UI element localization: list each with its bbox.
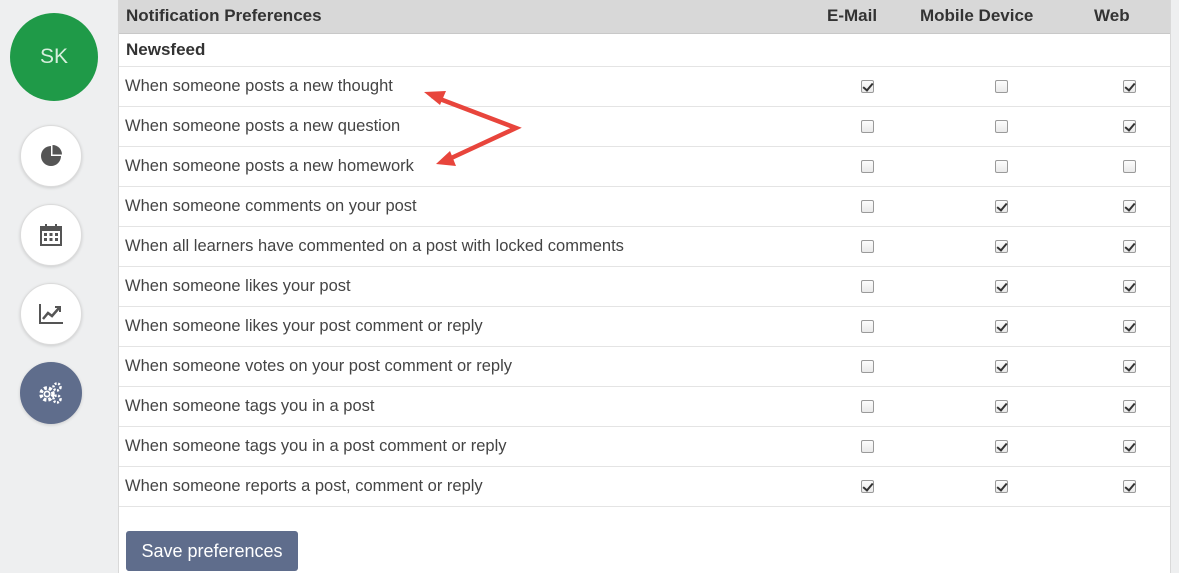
- nav-reports-button[interactable]: [20, 125, 82, 187]
- web-checkbox[interactable]: [1123, 440, 1136, 453]
- preference-label: When someone comments on your post: [125, 197, 417, 215]
- mobile-checkbox[interactable]: [995, 160, 1008, 173]
- table-row: When all learners have commented on a po…: [119, 227, 1170, 267]
- email-checkbox[interactable]: [861, 160, 874, 173]
- table-row: When someone reports a post, comment or …: [119, 467, 1170, 507]
- table-row: When someone tags you in a post comment …: [119, 427, 1170, 467]
- email-checkbox[interactable]: [861, 200, 874, 213]
- notification-preferences-panel: Notification Preferences E-Mail Mobile D…: [118, 0, 1171, 573]
- mobile-checkbox[interactable]: [995, 120, 1008, 133]
- preference-label: When someone tags you in a post comment …: [125, 437, 507, 455]
- preference-label: When someone likes your post: [125, 277, 351, 295]
- email-checkbox[interactable]: [861, 80, 874, 93]
- nav-settings-button[interactable]: [20, 362, 82, 424]
- table-row: When someone tags you in a post: [119, 387, 1170, 427]
- email-checkbox[interactable]: [861, 360, 874, 373]
- email-checkbox[interactable]: [861, 120, 874, 133]
- save-button-label: Save preferences: [141, 540, 283, 561]
- preference-label: When someone tags you in a post: [125, 397, 375, 415]
- column-header-web: Web: [1094, 6, 1130, 25]
- table-row: When someone likes your post: [119, 267, 1170, 307]
- mobile-checkbox[interactable]: [995, 400, 1008, 413]
- table-header: Notification Preferences E-Mail Mobile D…: [119, 0, 1170, 34]
- section-heading: Newsfeed: [119, 34, 1170, 67]
- preference-label: When someone reports a post, comment or …: [125, 477, 483, 495]
- email-checkbox[interactable]: [861, 400, 874, 413]
- preference-label: When all learners have commented on a po…: [125, 237, 624, 255]
- web-checkbox[interactable]: [1123, 360, 1136, 373]
- table-row: When someone posts a new thought: [119, 67, 1170, 107]
- table-row: When someone likes your post comment or …: [119, 307, 1170, 347]
- table-row: When someone votes on your post comment …: [119, 347, 1170, 387]
- line-chart-icon: [39, 304, 63, 324]
- email-checkbox[interactable]: [861, 280, 874, 293]
- mobile-checkbox[interactable]: [995, 320, 1008, 333]
- pie-chart-icon: [41, 145, 62, 166]
- mobile-checkbox[interactable]: [995, 80, 1008, 93]
- table-row: When someone posts a new question: [119, 107, 1170, 147]
- web-checkbox[interactable]: [1123, 200, 1136, 213]
- web-checkbox[interactable]: [1123, 480, 1136, 493]
- section-title: Newsfeed: [126, 40, 206, 59]
- web-checkbox[interactable]: [1123, 120, 1136, 133]
- preference-label: When someone likes your post comment or …: [125, 317, 483, 335]
- avatar-initials: SK: [39, 45, 68, 68]
- preference-label: When someone posts a new question: [125, 117, 401, 135]
- email-checkbox[interactable]: [861, 320, 874, 333]
- column-header-email: E-Mail: [827, 6, 878, 25]
- table-row: When someone posts a new homework: [119, 147, 1170, 187]
- web-checkbox[interactable]: [1123, 280, 1136, 293]
- column-header-mobile: Mobile Device: [920, 6, 1034, 25]
- email-checkbox[interactable]: [861, 480, 874, 493]
- mobile-checkbox[interactable]: [995, 280, 1008, 293]
- email-checkbox[interactable]: [861, 240, 874, 253]
- table-row: When someone comments on your post: [119, 187, 1170, 227]
- preferences-list: When someone posts a new thought When som…: [119, 67, 1170, 507]
- web-checkbox[interactable]: [1123, 240, 1136, 253]
- web-checkbox[interactable]: [1123, 160, 1136, 173]
- web-checkbox[interactable]: [1123, 400, 1136, 413]
- sidebar: SK: [0, 0, 118, 573]
- preference-label: When someone posts a new homework: [125, 157, 414, 175]
- mobile-checkbox[interactable]: [995, 440, 1008, 453]
- mobile-checkbox[interactable]: [995, 480, 1008, 493]
- nav-progress-button[interactable]: [20, 283, 82, 345]
- preference-label: When someone votes on your post comment …: [125, 357, 513, 375]
- web-checkbox[interactable]: [1123, 320, 1136, 333]
- gears-icon: [39, 382, 62, 404]
- table-title: Notification Preferences: [126, 6, 322, 25]
- preference-label: When someone posts a new thought: [125, 77, 393, 95]
- avatar[interactable]: SK: [10, 13, 98, 101]
- mobile-checkbox[interactable]: [995, 240, 1008, 253]
- mobile-checkbox[interactable]: [995, 200, 1008, 213]
- save-preferences-button[interactable]: Save preferences: [126, 531, 298, 571]
- web-checkbox[interactable]: [1123, 80, 1136, 93]
- email-checkbox[interactable]: [861, 440, 874, 453]
- nav-calendar-button[interactable]: [20, 204, 82, 266]
- calendar-icon: [40, 224, 62, 246]
- mobile-checkbox[interactable]: [995, 360, 1008, 373]
